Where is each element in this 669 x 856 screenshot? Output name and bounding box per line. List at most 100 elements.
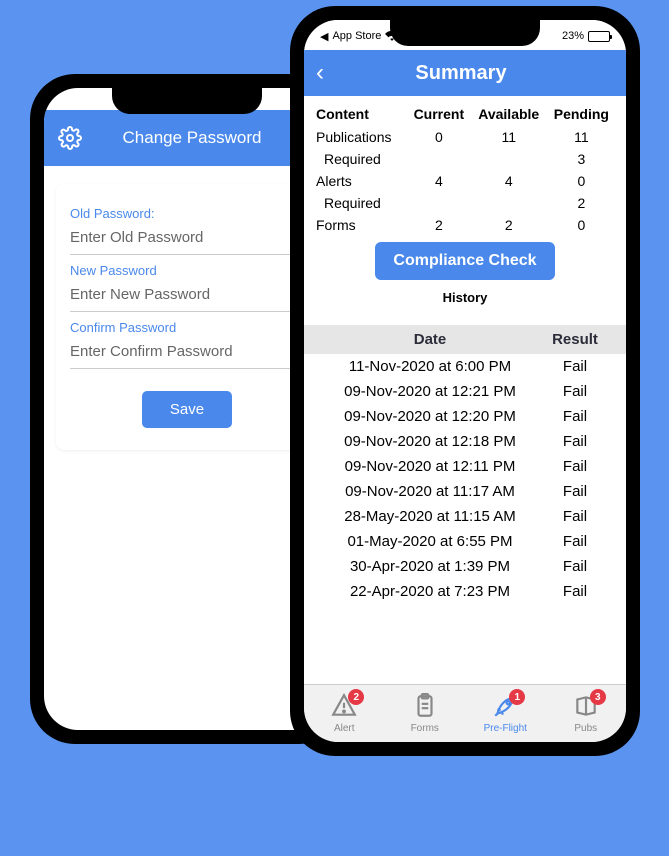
battery-icon [588,31,610,42]
row-pending: 3 [547,148,616,170]
history-date: 22-Apr-2020 at 7:23 PM [320,583,540,600]
history-header: Date Result [304,325,626,354]
phone-screen: ◀ App Store 23% ‹ Summary Content Curren [304,20,626,742]
new-password-label: New Password [70,255,304,278]
row-name: Required [314,148,407,170]
back-to-appstore-icon[interactable]: ◀ [320,30,328,43]
row-current: 0 [407,126,471,148]
history-row[interactable]: 09-Nov-2020 at 12:20 PMFail [304,404,626,429]
row-pending: 0 [547,214,616,236]
history-row[interactable]: 09-Nov-2020 at 11:17 AMFail [304,479,626,504]
status-back-text[interactable]: App Store [332,30,381,42]
history-row[interactable]: 01-May-2020 at 6:55 PMFail [304,529,626,554]
content-table: Content Current Available Pending Public… [304,96,626,325]
confirm-password-input[interactable] [70,335,304,369]
history-result: Fail [540,558,610,575]
history-result: Fail [540,358,610,375]
tab-label: Alert [334,723,355,734]
history-result: Fail [540,508,610,525]
history-list[interactable]: 11-Nov-2020 at 6:00 PMFail09-Nov-2020 at… [304,354,626,604]
history-date: 30-Apr-2020 at 1:39 PM [320,558,540,575]
row-available [471,192,547,214]
history-result: Fail [540,458,610,475]
content-row: Forms220 [314,214,616,236]
phone-notch [112,88,262,114]
history-row[interactable]: 30-Apr-2020 at 1:39 PMFail [304,554,626,579]
col-available: Available [471,102,547,126]
old-password-label: Old Password: [70,198,304,221]
header: Change Password [44,110,330,166]
row-current: 4 [407,170,471,192]
summary-title: Summary [308,62,614,85]
history-result: Fail [540,483,610,500]
history-date: 09-Nov-2020 at 12:21 PM [320,383,540,400]
history-row[interactable]: 11-Nov-2020 at 6:00 PMFail [304,354,626,379]
row-available [471,148,547,170]
tab-label: Pubs [574,723,597,734]
history-date: 09-Nov-2020 at 12:20 PM [320,408,540,425]
history-date: 09-Nov-2020 at 12:18 PM [320,433,540,450]
content-row: Required 3 [314,148,616,170]
battery-text: 23% [562,30,584,42]
tab-preflight[interactable]: Pre-Flight 1 [465,685,546,742]
compliance-check-button[interactable]: Compliance Check [375,242,554,280]
row-available: 4 [471,170,547,192]
history-result: Fail [540,433,610,450]
history-label: History [314,284,616,315]
history-result: Fail [540,408,610,425]
save-button[interactable]: Save [142,391,232,428]
history-row[interactable]: 09-Nov-2020 at 12:21 PMFail [304,379,626,404]
confirm-password-label: Confirm Password [70,312,304,335]
history-date: 28-May-2020 at 11:15 AM [320,508,540,525]
history-col-date: Date [320,331,540,348]
row-name: Publications [314,126,407,148]
col-content: Content [314,102,407,126]
tab-pubs[interactable]: Pubs 3 [546,685,627,742]
old-password-input[interactable] [70,221,304,255]
summary-header: ‹ Summary [304,50,626,96]
header-title: Change Password [68,128,316,148]
form-card: Old Password: New Password Confirm Passw… [56,184,318,450]
badge: 3 [590,689,606,705]
tab-alert[interactable]: Alert 2 [304,685,385,742]
row-name: Required [314,192,407,214]
row-pending: 11 [547,126,616,148]
row-current [407,192,471,214]
col-pending: Pending [547,102,616,126]
tab-forms[interactable]: Forms [385,685,466,742]
history-result: Fail [540,383,610,400]
tab-label: Forms [411,723,439,734]
history-row[interactable]: 09-Nov-2020 at 12:18 PMFail [304,429,626,454]
history-col-result: Result [540,331,610,348]
history-row[interactable]: 09-Nov-2020 at 12:11 PMFail [304,454,626,479]
row-pending: 0 [547,170,616,192]
history-date: 09-Nov-2020 at 11:17 AM [320,483,540,500]
content-header-row: Content Current Available Pending [314,102,616,126]
row-pending: 2 [547,192,616,214]
row-name: Alerts [314,170,407,192]
badge: 1 [509,689,525,705]
history-row[interactable]: 22-Apr-2020 at 7:23 PMFail [304,579,626,604]
phone-screen: Change Password Old Password: New Passwo… [44,88,330,730]
row-current: 2 [407,214,471,236]
tab-bar: Alert 2 Forms Pre-Flight 1 Pubs 3 [304,684,626,742]
history-row[interactable]: 28-May-2020 at 11:15 AMFail [304,504,626,529]
history-date: 11-Nov-2020 at 6:00 PM [320,358,540,375]
row-available: 2 [471,214,547,236]
history-date: 01-May-2020 at 6:55 PM [320,533,540,550]
badge: 2 [348,689,364,705]
col-current: Current [407,102,471,126]
content-row: Publications01111 [314,126,616,148]
tab-label: Pre-Flight [484,723,527,734]
new-password-input[interactable] [70,278,304,312]
row-current [407,148,471,170]
row-available: 11 [471,126,547,148]
history-date: 09-Nov-2020 at 12:11 PM [320,458,540,475]
phone-summary: ◀ App Store 23% ‹ Summary Content Curren [290,6,640,756]
content-row: Alerts440 [314,170,616,192]
history-result: Fail [540,533,610,550]
content-row: Required 2 [314,192,616,214]
row-name: Forms [314,214,407,236]
history-result: Fail [540,583,610,600]
phone-notch [390,20,540,46]
